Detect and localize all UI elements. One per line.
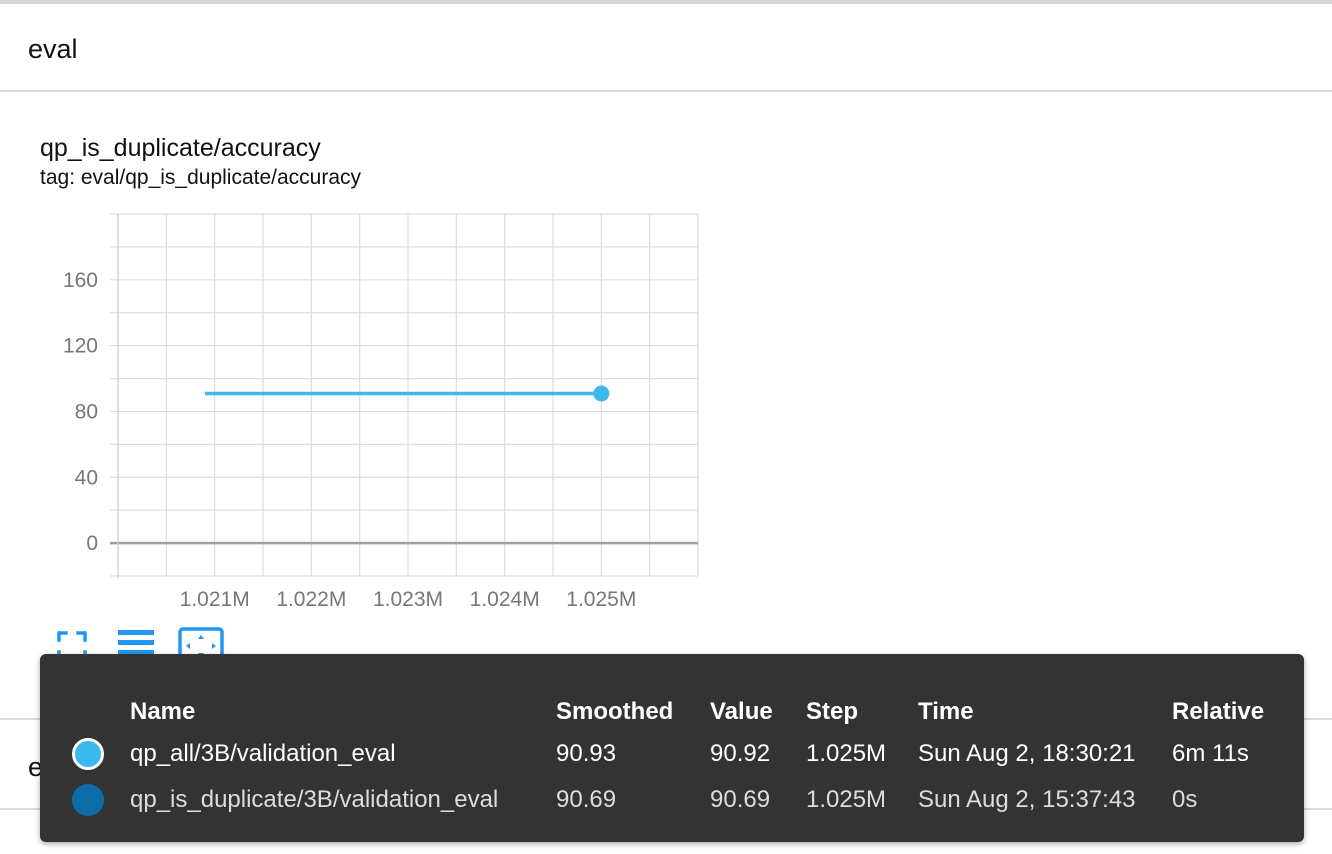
tooltip-header-row: Name Smoothed Value Step Time Relative <box>40 692 1304 732</box>
row-smoothed: 90.69 <box>556 786 617 813</box>
card-tag: tag: eval/qp_is_duplicate/accuracy <box>40 166 362 189</box>
row-relative: 0s <box>1172 786 1198 813</box>
run-color-swatch <box>72 784 104 816</box>
y-tick-label: 80 <box>75 400 98 423</box>
chart-grid <box>110 213 699 578</box>
row-time: Sun Aug 2, 18:30:21 <box>918 740 1136 767</box>
tooltip-row: qp_all/3B/validation_eval 90.93 90.92 1.… <box>40 734 1304 774</box>
data-tooltip: Name Smoothed Value Step Time Relative q… <box>40 654 1304 842</box>
header-relative: Relative <box>1172 698 1265 725</box>
row-value: 90.92 <box>710 740 771 767</box>
x-tick-label: 1.025M <box>566 588 636 611</box>
row-value: 90.69 <box>710 786 771 813</box>
x-tick-label: 1.022M <box>276 588 346 611</box>
row-smoothed: 90.93 <box>556 740 617 767</box>
tooltip-row: qp_is_duplicate/3B/validation_eval 90.69… <box>40 780 1304 820</box>
x-tick-label: 1.023M <box>373 588 443 611</box>
run-color-swatch <box>72 738 104 770</box>
chart-ticks: 0 40 80 120 160 1.021M 1.022M 1.023M 1.024M 1.025… <box>63 269 636 611</box>
header-smoothed: Smoothed <box>556 698 674 725</box>
header-time: Time <box>918 698 974 725</box>
row-step: 1.025M <box>806 740 887 767</box>
chart-series <box>205 385 610 402</box>
y-tick-label: 0 <box>86 532 98 555</box>
y-tick-label: 40 <box>75 466 98 489</box>
y-tick-label: 160 <box>63 269 98 292</box>
highlight-point <box>593 385 610 402</box>
y-tick-label: 120 <box>63 335 98 358</box>
row-name: qp_all/3B/validation_eval <box>130 740 396 767</box>
header-value: Value <box>710 698 773 725</box>
section-title: eval <box>28 34 78 64</box>
row-step: 1.025M <box>806 786 887 813</box>
accuracy-chart[interactable]: 0 40 80 120 160 1.021M 1.022M 1.023M 1.024M 1.025… <box>0 200 720 620</box>
row-relative: 6m 11s <box>1172 740 1249 767</box>
row-name: qp_is_duplicate/3B/validation_eval <box>130 786 499 813</box>
header-name: Name <box>130 698 196 725</box>
row-time: Sun Aug 2, 15:37:43 <box>918 786 1136 813</box>
section-header-eval[interactable]: eval <box>0 4 1332 92</box>
card-title: qp_is_duplicate/accuracy <box>40 134 321 162</box>
header-step: Step <box>806 698 859 725</box>
x-tick-label: 1.021M <box>180 588 250 611</box>
x-tick-label: 1.024M <box>470 588 540 611</box>
